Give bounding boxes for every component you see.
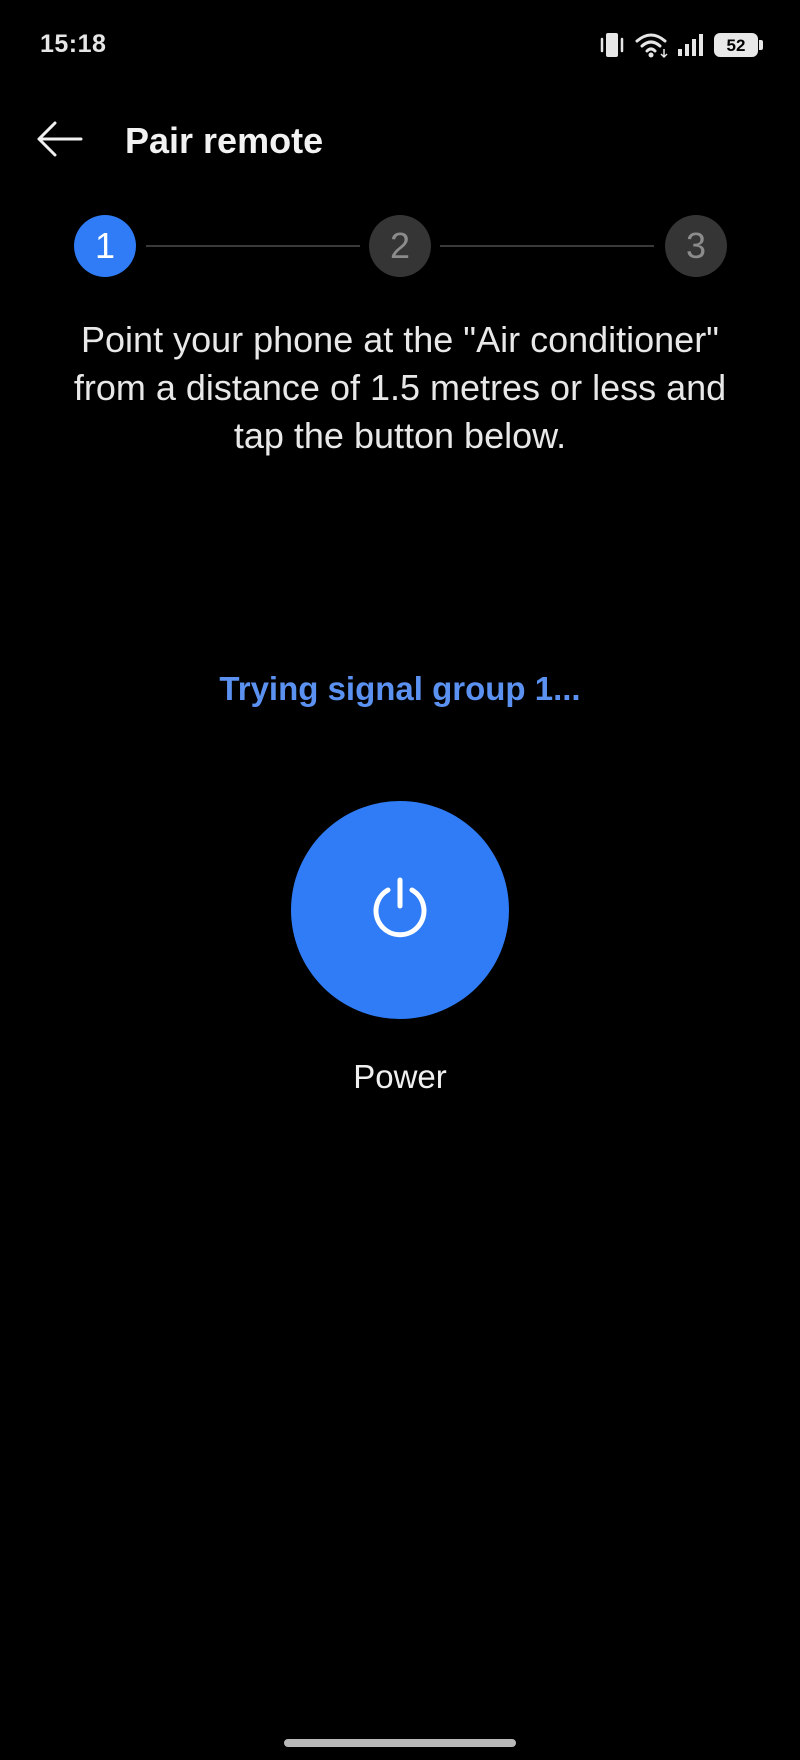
step-1: 1 <box>74 215 136 277</box>
status-bar: 15:18 52 <box>0 0 800 90</box>
instruction-text: Point your phone at the "Air conditioner… <box>73 319 727 456</box>
vibrate-icon <box>598 30 626 60</box>
arrow-left-icon <box>33 119 85 164</box>
app-header: Pair remote <box>0 100 800 184</box>
step-connector <box>146 245 360 247</box>
step-3: 3 <box>665 215 727 277</box>
battery-icon: 52 <box>714 33 763 57</box>
screen: 15:18 52 Pair remote 1 2 3 Point your ph… <box>0 0 800 1760</box>
status-icons: 52 <box>598 28 763 62</box>
wifi-icon <box>634 31 668 59</box>
home-indicator[interactable] <box>284 1739 516 1747</box>
power-button[interactable] <box>291 801 509 1019</box>
status-time: 15:18 <box>40 30 107 58</box>
page-title: Pair remote <box>125 120 324 161</box>
stepper: 1 2 3 <box>0 215 800 277</box>
power-label: Power <box>353 1058 447 1095</box>
power-icon <box>364 872 436 949</box>
step-2: 2 <box>369 215 431 277</box>
signal-icon <box>676 32 706 58</box>
battery-level: 52 <box>726 35 746 55</box>
back-button[interactable] <box>28 114 90 168</box>
step-connector <box>440 245 654 247</box>
signal-status: Trying signal group 1... <box>219 670 581 707</box>
